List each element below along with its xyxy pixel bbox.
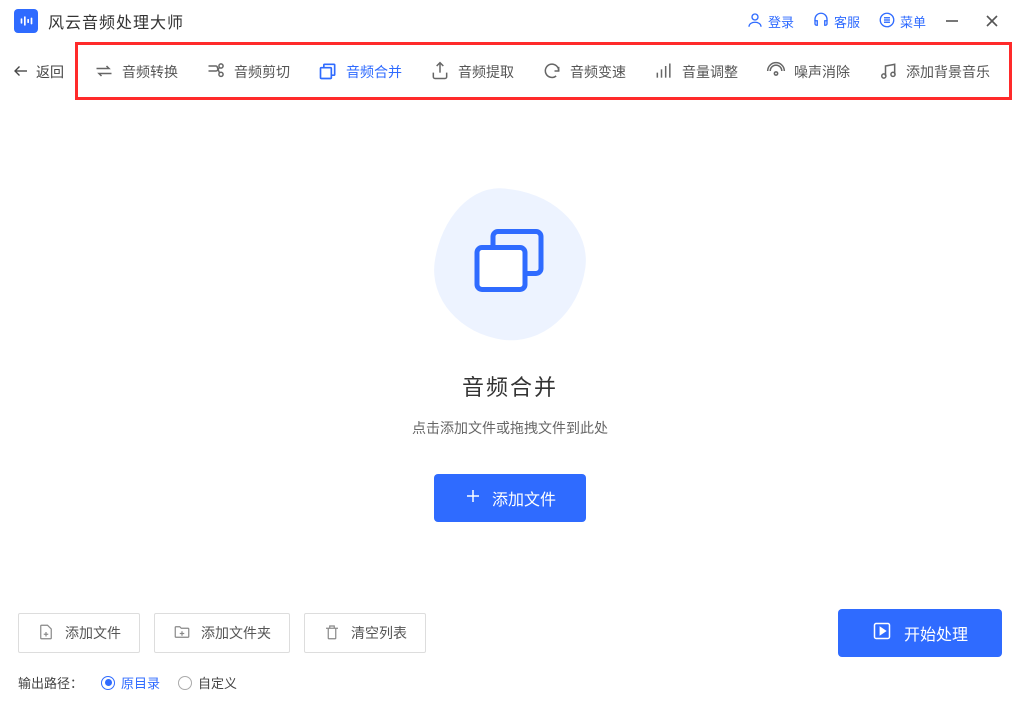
add-file-label: 添加文件 [65,623,121,643]
folder-plus-icon [173,623,191,644]
convert-icon [94,61,114,84]
clear-list-label: 清空列表 [351,623,407,643]
music-icon [878,61,898,84]
back-arrow-icon [12,62,30,83]
toolbar-item-volume[interactable]: 音量调整 [640,51,752,94]
toolbar-item-label: 音频变速 [570,62,626,82]
add-file-main-label: 添加文件 [492,486,556,510]
noise-icon [766,61,786,84]
menu-label: 菜单 [900,12,926,31]
titlebar: 风云音频处理大师 登录 客服 菜单 [0,0,1020,42]
extract-icon [430,61,450,84]
main-dropzone[interactable]: 音频合并 点击添加文件或拖拽文件到此处 添加文件 [0,110,1020,602]
toolbar-item-label: 音频转换 [122,62,178,82]
start-process-label: 开始处理 [904,621,968,645]
output-original-label: 原目录 [121,673,160,692]
radio-unchecked-icon [178,676,192,690]
hero-title: 音频合并 [462,370,558,402]
output-custom-label: 自定义 [198,673,237,692]
plus-icon [464,487,482,510]
menu-icon [878,11,896,32]
add-file-button[interactable]: 添加文件 [18,613,140,653]
add-file-main-button[interactable]: 添加文件 [434,474,586,522]
minimize-button[interactable] [938,7,966,35]
toolbar-item-label: 音量调整 [682,62,738,82]
start-process-button[interactable]: 开始处理 [838,609,1002,657]
toolbar-item-label: 添加背景音乐 [906,62,990,82]
add-folder-button[interactable]: 添加文件夹 [154,613,290,653]
speed-icon [542,61,562,84]
close-button[interactable] [978,7,1006,35]
add-folder-label: 添加文件夹 [201,623,271,643]
back-button[interactable]: 返回 [0,62,76,83]
login-label: 登录 [768,12,794,31]
toolbar-item-label: 音频剪切 [234,62,290,82]
toolbar-item-speed[interactable]: 音频变速 [528,51,640,94]
merge-icon [318,61,338,84]
support-button[interactable]: 客服 [812,11,860,32]
toolbar-item-convert[interactable]: 音频转换 [80,51,192,94]
login-button[interactable]: 登录 [746,11,794,32]
toolbar-item-label: 音频合并 [346,62,402,82]
output-original-radio[interactable]: 原目录 [101,673,160,692]
toolbar: 返回 音频转换 音频剪切 音频合并 音频提取 音频变速 音量调整 [0,42,1020,102]
back-label: 返回 [36,62,64,82]
volume-icon [654,61,674,84]
hero-merge-illustration [435,190,585,340]
app-logo-icon [14,9,38,33]
app-title: 风云音频处理大师 [48,9,184,33]
output-path-row: 输出路径： 原目录 自定义 [18,673,1002,692]
trash-icon [323,623,341,644]
clear-list-button[interactable]: 清空列表 [304,613,426,653]
output-path-label: 输出路径： [18,673,83,692]
headset-icon [812,11,830,32]
support-label: 客服 [834,12,860,31]
toolbar-item-label: 噪声消除 [794,62,850,82]
toolbar-items: 音频转换 音频剪切 音频合并 音频提取 音频变速 音量调整 噪声消除 [76,51,1020,94]
menu-button[interactable]: 菜单 [878,11,926,32]
radio-checked-icon [101,676,115,690]
play-icon [872,621,892,646]
hero-subtitle: 点击添加文件或拖拽文件到此处 [412,418,608,438]
toolbar-item-noise[interactable]: 噪声消除 [752,51,864,94]
bottombar: 添加文件 添加文件夹 清空列表 开始处理 输出路径： 原目录 自定义 [0,595,1020,708]
toolbar-item-merge[interactable]: 音频合并 [304,51,416,94]
output-custom-radio[interactable]: 自定义 [178,673,237,692]
file-plus-icon [37,623,55,644]
toolbar-item-bgm[interactable]: 添加背景音乐 [864,51,1004,94]
toolbar-item-label: 音频提取 [458,62,514,82]
toolbar-item-extract[interactable]: 音频提取 [416,51,528,94]
toolbar-item-cut[interactable]: 音频剪切 [192,51,304,94]
user-icon [746,11,764,32]
scissors-icon [206,61,226,84]
